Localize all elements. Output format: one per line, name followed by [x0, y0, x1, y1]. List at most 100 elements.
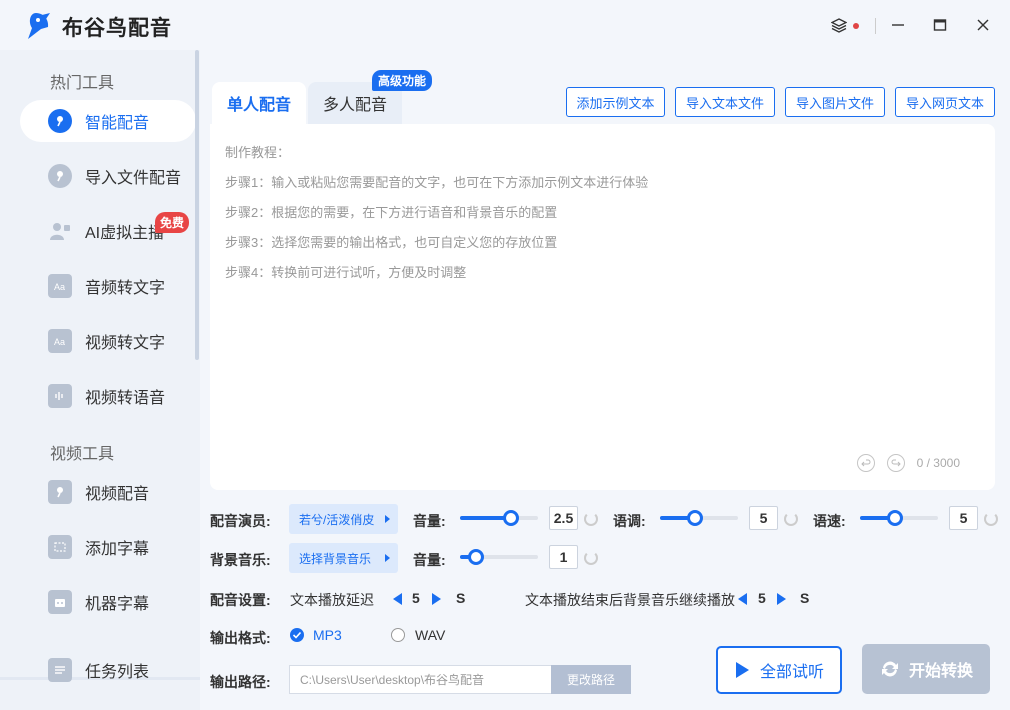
sidebar-item-video-to-text[interactable]: Aa 视频转文字 — [20, 320, 196, 362]
title-bar: 布谷鸟配音 — [0, 0, 1010, 50]
speed-value[interactable]: 5 — [949, 506, 978, 530]
text-editor[interactable]: 制作教程： 步骤1：输入或粘贴您需要配音的文字，也可在下方添加示例文本进行体验 … — [210, 124, 995, 490]
format-mp3-radio[interactable] — [290, 628, 304, 642]
layers-icon[interactable] — [828, 14, 850, 36]
caret-right-icon — [385, 554, 390, 562]
delay-decrease-icon[interactable] — [393, 593, 402, 605]
add-sample-text-button[interactable]: 添加示例文本 — [566, 87, 665, 117]
delay-value[interactable]: 5 — [412, 590, 420, 606]
tutorial-title: 制作教程： — [225, 142, 290, 161]
subtitle-icon — [48, 535, 72, 559]
bgm-label: 背景音乐: — [210, 550, 271, 570]
bgm-continue-value[interactable]: 5 — [758, 590, 766, 606]
robot-icon — [48, 590, 72, 614]
app-title: 布谷鸟配音 — [62, 12, 172, 42]
tutorial-step-4: 步骤4：转换前可进行试听，方便及时调整 — [225, 262, 466, 281]
sidebar-item-label: 任务列表 — [85, 658, 149, 682]
voice-actor-select[interactable]: 若兮/活泼俏皮 — [289, 504, 398, 534]
delay-unit: S — [456, 590, 465, 606]
video-mic-icon — [48, 480, 72, 504]
sidebar-item-import-file-dubbing[interactable]: 导入文件配音 — [20, 155, 196, 197]
sidebar-item-label: 音频转文字 — [85, 274, 165, 298]
svg-text:Aa: Aa — [54, 282, 65, 291]
avatar-icon — [48, 219, 72, 243]
bgm-volume-value[interactable]: 1 — [549, 545, 578, 569]
volume-slider-knob[interactable] — [503, 510, 519, 526]
path-label: 输出路径: — [210, 672, 271, 692]
convert-icon — [879, 658, 901, 680]
bgm-volume-slider[interactable] — [460, 555, 538, 559]
redo-icon[interactable] — [887, 454, 905, 472]
sidebar-item-label: 视频转语音 — [85, 384, 165, 408]
pitch-label: 语调: — [613, 511, 646, 531]
sidebar-item-smart-dubbing[interactable]: 智能配音 — [20, 100, 196, 142]
bgm-continue-decrease-icon[interactable] — [738, 593, 747, 605]
start-convert-button[interactable]: 开始转换 — [862, 644, 990, 694]
volume-reset-icon[interactable] — [584, 512, 598, 526]
config-label: 配音设置: — [210, 590, 271, 610]
main-panel: 单人配音 多人配音 高级功能 添加示例文本 导入文本文件 导入图片文件 导入网页… — [200, 50, 1010, 710]
listen-all-label: 全部试听 — [760, 658, 824, 682]
microphone-icon — [48, 164, 72, 188]
sidebar-scrollbar[interactable] — [195, 50, 199, 360]
pitch-reset-icon[interactable] — [784, 512, 798, 526]
bgm-volume-reset-icon[interactable] — [584, 551, 598, 565]
sidebar-section-video: 视频工具 — [50, 440, 114, 464]
video-audio-icon — [48, 384, 72, 408]
volume-slider[interactable] — [460, 516, 538, 520]
tutorial-step-2: 步骤2：根据您的需要，在下方进行语音和背景音乐的配置 — [225, 202, 557, 221]
speed-reset-icon[interactable] — [984, 512, 998, 526]
speed-label: 语速: — [813, 511, 846, 531]
format-wav-radio[interactable] — [391, 628, 405, 642]
titlebar-divider — [875, 18, 876, 34]
import-text-file-button[interactable]: 导入文本文件 — [675, 87, 775, 117]
sidebar-item-label: 机器字幕 — [85, 590, 149, 614]
bgm-volume-label: 音量: — [413, 550, 446, 570]
sidebar-item-label: 添加字幕 — [85, 535, 149, 559]
maximize-icon[interactable] — [929, 14, 951, 36]
close-icon[interactable] — [972, 14, 994, 36]
task-list-icon — [48, 658, 72, 682]
import-web-text-button[interactable]: 导入网页文本 — [895, 87, 995, 117]
sidebar-item-machine-subtitle[interactable]: 机器字幕 — [20, 581, 196, 623]
output-path-field[interactable]: C:\Users\User\desktop\布谷鸟配音 — [289, 665, 551, 694]
format-mp3-label[interactable]: MP3 — [313, 627, 342, 643]
bgm-select[interactable]: 选择背景音乐 — [289, 543, 398, 573]
sidebar-item-video-dubbing[interactable]: 视频配音 — [20, 471, 196, 513]
sidebar-item-label: AI虚拟主播 — [85, 219, 164, 243]
sidebar-item-video-to-speech[interactable]: 视频转语音 — [20, 375, 196, 417]
volume-label: 音量: — [413, 511, 446, 531]
delay-increase-icon[interactable] — [432, 593, 441, 605]
sidebar-section-hot: 热门工具 — [50, 69, 114, 93]
change-path-button[interactable]: 更改路径 — [551, 665, 631, 694]
minimize-icon[interactable] — [887, 14, 909, 36]
voice-actor-value: 若兮/活泼俏皮 — [299, 511, 374, 528]
pitch-slider[interactable] — [660, 516, 738, 520]
microphone-icon — [48, 109, 72, 133]
speed-slider-knob[interactable] — [887, 510, 903, 526]
free-badge: 免费 — [155, 212, 189, 233]
caret-right-icon — [385, 515, 390, 523]
tab-single-dubbing[interactable]: 单人配音 — [212, 82, 306, 124]
sidebar-item-add-subtitle[interactable]: 添加字幕 — [20, 526, 196, 568]
sidebar-item-label: 视频配音 — [85, 480, 149, 504]
tutorial-step-1: 步骤1：输入或粘贴您需要配音的文字，也可在下方添加示例文本进行体验 — [225, 172, 648, 191]
play-icon — [734, 661, 750, 679]
listen-all-button[interactable]: 全部试听 — [716, 646, 842, 694]
format-wav-label[interactable]: WAV — [415, 627, 445, 643]
bgm-continue-increase-icon[interactable] — [777, 593, 786, 605]
bgm-continue-label: 文本播放结束后背景音乐继续播放 — [525, 590, 735, 610]
volume-value[interactable]: 2.5 — [549, 506, 578, 530]
sidebar-item-label: 导入文件配音 — [85, 164, 181, 188]
pitch-slider-knob[interactable] — [687, 510, 703, 526]
speed-slider[interactable] — [860, 516, 938, 520]
bgm-volume-slider-knob[interactable] — [468, 549, 484, 565]
sidebar-item-label: 视频转文字 — [85, 329, 165, 353]
import-image-file-button[interactable]: 导入图片文件 — [785, 87, 885, 117]
sidebar-item-task-list[interactable]: 任务列表 — [20, 649, 196, 691]
start-convert-label: 开始转换 — [909, 657, 973, 681]
undo-icon[interactable] — [857, 454, 875, 472]
pitch-value[interactable]: 5 — [749, 506, 778, 530]
sidebar-item-audio-to-text[interactable]: Aa 音频转文字 — [20, 265, 196, 307]
sidebar-item-label: 智能配音 — [85, 109, 149, 133]
